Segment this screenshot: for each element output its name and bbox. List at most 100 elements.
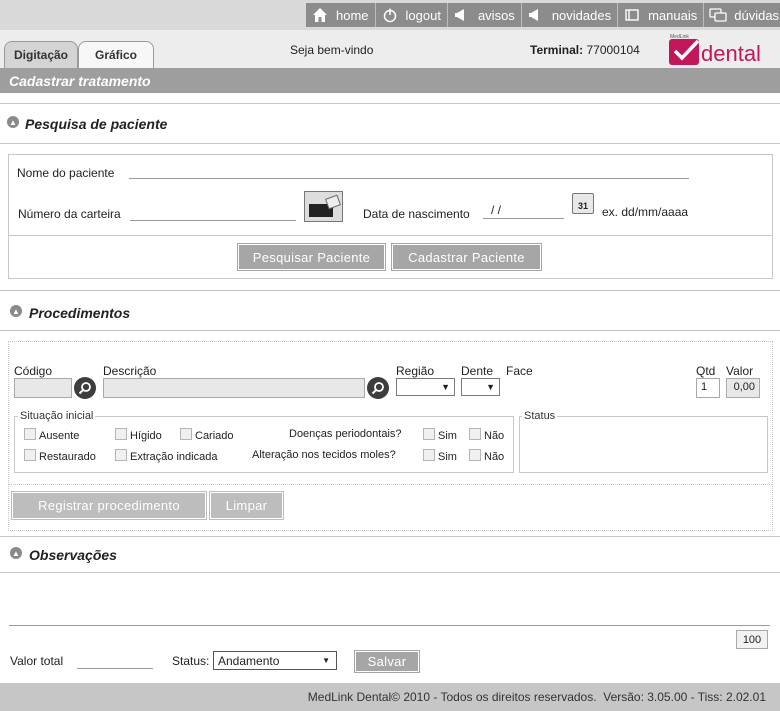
- soft-no-checkbox[interactable]: [469, 449, 481, 461]
- value-label: Valor: [726, 364, 754, 378]
- patient-name-label: Nome do paciente: [17, 166, 115, 180]
- nav-logout[interactable]: logout: [376, 3, 448, 27]
- perio-no-label: Não: [484, 430, 505, 442]
- footer-text: MedLink Dental© 2010 - Todos os direitos…: [307, 690, 766, 704]
- restored-checkbox[interactable]: [24, 449, 36, 461]
- nav-avisos-label: avisos: [477, 7, 515, 23]
- nav-manuais-label: manuais: [648, 7, 698, 23]
- perio-yes-checkbox[interactable]: [423, 428, 435, 440]
- home-icon: [310, 5, 330, 25]
- soft-yes-checkbox[interactable]: [423, 449, 435, 461]
- description-label: Descrição: [103, 364, 157, 378]
- megaphone-icon: [526, 5, 546, 25]
- perio-no-checkbox[interactable]: [469, 428, 481, 440]
- nav-novidades[interactable]: novidades: [522, 3, 619, 27]
- megaphone-icon: [452, 5, 472, 25]
- section-arrow-icon: ▲: [7, 116, 19, 128]
- footer: MedLink Dental© 2010 - Todos os direitos…: [0, 683, 780, 711]
- face-label: Face: [506, 364, 533, 378]
- nav-novidades-label: novidades: [551, 7, 612, 23]
- welcome-text: Seja bem-vindo: [290, 43, 374, 57]
- nav-home-label: home: [336, 7, 369, 23]
- divider: [0, 330, 780, 331]
- terminal-value: 77000104: [586, 43, 640, 57]
- status-select[interactable]: Andamento ▼: [213, 651, 337, 670]
- tab-digitacao[interactable]: Digitação: [4, 41, 78, 68]
- description-input[interactable]: [103, 378, 365, 398]
- search-description-icon[interactable]: [367, 377, 389, 399]
- chevron-down-icon: ▼: [322, 656, 330, 665]
- restored-label: Restaurado: [39, 451, 96, 463]
- terminal-label: Terminal:: [530, 43, 584, 57]
- chevron-down-icon: ▼: [486, 382, 495, 392]
- divider: [0, 290, 780, 291]
- logo-small-text: MedLink: [670, 34, 689, 40]
- divider: [0, 103, 780, 104]
- logo: MedLink dental: [668, 33, 774, 67]
- code-label: Código: [14, 364, 53, 378]
- nav-duvidas[interactable]: dúvidas: [704, 3, 780, 27]
- nav-avisos[interactable]: avisos: [448, 3, 522, 27]
- register-procedure-button[interactable]: Registrar procedimento: [11, 491, 207, 520]
- divider: [0, 143, 780, 144]
- card-number-input[interactable]: [130, 205, 296, 221]
- observations-title: Observações: [29, 547, 117, 563]
- absent-label: Ausente: [39, 430, 80, 442]
- nav-home[interactable]: home: [306, 3, 376, 27]
- decayed-checkbox[interactable]: [180, 428, 192, 440]
- healthy-checkbox[interactable]: [115, 428, 127, 440]
- total-value-input[interactable]: [77, 653, 153, 669]
- qty-input[interactable]: 1: [696, 378, 720, 398]
- code-input[interactable]: [14, 378, 72, 398]
- date-hint: ex. dd/mm/aaaa: [602, 205, 689, 219]
- divider: [9, 484, 772, 485]
- extraction-checkbox[interactable]: [115, 449, 127, 461]
- tab-grafico[interactable]: Gráfico: [78, 41, 154, 68]
- status-label: Status:: [172, 654, 210, 668]
- birth-date-input[interactable]: / /: [483, 203, 564, 219]
- section-arrow-icon: ▲: [10, 305, 22, 317]
- decayed-label: Cariado: [195, 430, 234, 442]
- card-number-label: Número da carteira: [18, 207, 121, 221]
- observations-textarea[interactable]: [9, 574, 770, 626]
- soft-no-label: Não: [484, 451, 505, 463]
- tooth-label: Dente: [461, 364, 494, 378]
- nav-manuais[interactable]: manuais: [618, 3, 705, 27]
- procedures-title: Procedimentos: [29, 305, 131, 321]
- divider: [0, 536, 780, 537]
- initial-situation-legend: Situação inicial: [18, 410, 96, 422]
- logo-text: dental: [701, 41, 761, 66]
- search-code-icon[interactable]: [74, 377, 96, 399]
- divider: [0, 572, 780, 573]
- search-patient-button[interactable]: Pesquisar Paciente: [237, 243, 386, 271]
- patient-name-input[interactable]: [129, 163, 689, 179]
- region-select[interactable]: ▼: [396, 378, 455, 396]
- status-legend: Status: [522, 410, 558, 422]
- page-title: Cadastrar tratamento: [0, 68, 780, 93]
- healthy-label: Hígido: [130, 430, 162, 442]
- initial-situation-fieldset: [14, 416, 514, 473]
- nav-duvidas-label: dúvidas: [734, 7, 780, 23]
- power-icon: [380, 5, 400, 25]
- region-label: Região: [396, 364, 435, 378]
- status-fieldset: [519, 416, 768, 473]
- birth-date-label: Data de nascimento: [363, 207, 470, 221]
- absent-checkbox[interactable]: [24, 428, 36, 440]
- register-patient-button[interactable]: Cadastrar Paciente: [391, 243, 542, 271]
- save-button[interactable]: Salvar: [354, 650, 420, 673]
- total-value-label: Valor total: [10, 654, 64, 668]
- soft-tissue-label: Alteração nos tecidos moles?: [252, 449, 396, 461]
- qty-label: Qtd: [696, 364, 716, 378]
- nav-logout-label: logout: [405, 7, 441, 23]
- tooth-select[interactable]: ▼: [461, 378, 500, 396]
- extraction-label: Extração indicada: [130, 451, 218, 463]
- terminal-info: Terminal: 77000104: [530, 43, 640, 57]
- chat-icon: [708, 5, 728, 25]
- clear-button[interactable]: Limpar: [209, 491, 284, 520]
- calendar-icon[interactable]: 31: [572, 193, 594, 214]
- card-reader-icon[interactable]: [304, 191, 343, 222]
- value-input[interactable]: 0,00: [726, 378, 760, 398]
- section-arrow-icon: ▲: [10, 547, 22, 559]
- perio-label: Doenças periodontais?: [289, 428, 402, 440]
- top-nav: home logout avisos novidades manuais dúv…: [306, 3, 780, 27]
